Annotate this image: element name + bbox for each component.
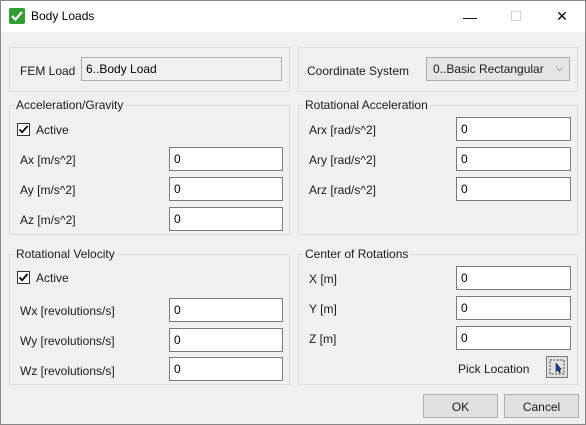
- chevron-down-icon: ⌵: [556, 63, 563, 73]
- arz-input[interactable]: 0: [456, 177, 571, 201]
- wy-label: Wy [revolutions/s]: [20, 334, 115, 348]
- ary-label: Ary [rad/s^2]: [309, 153, 376, 167]
- y-input[interactable]: 0: [456, 296, 571, 320]
- ary-input[interactable]: 0: [456, 147, 571, 171]
- ax-label: Ax [m/s^2]: [20, 153, 76, 167]
- fem-load-field: 6..Body Load: [81, 57, 282, 81]
- arx-label: Arx [rad/s^2]: [309, 123, 376, 137]
- title-bar[interactable]: Body Loads — ☐ ✕: [1, 1, 585, 32]
- arx-input[interactable]: 0: [456, 117, 571, 141]
- coordinate-system-label: Coordinate System: [307, 64, 410, 78]
- window-title: Body Loads: [31, 9, 95, 23]
- acceleration-active-checkbox[interactable]: [17, 123, 30, 136]
- wz-label: Wz [revolutions/s]: [20, 364, 115, 378]
- az-label: Az [m/s^2]: [20, 213, 76, 227]
- ok-button[interactable]: OK: [423, 394, 498, 418]
- pick-location-label: Pick Location: [458, 362, 530, 376]
- az-input[interactable]: 0: [169, 207, 283, 231]
- pick-location-button[interactable]: [546, 356, 568, 378]
- wx-input[interactable]: 0: [169, 298, 283, 322]
- y-label: Y [m]: [309, 302, 337, 316]
- rotational-velocity-active-label: Active: [36, 271, 69, 285]
- rotational-velocity-title: Rotational Velocity: [14, 247, 117, 261]
- ay-label: Ay [m/s^2]: [20, 183, 76, 197]
- ax-input[interactable]: 0: [169, 147, 283, 171]
- coordinate-system-value: 0..Basic Rectangular: [433, 62, 544, 76]
- wx-label: Wx [revolutions/s]: [20, 304, 115, 318]
- arz-label: Arz [rad/s^2]: [309, 183, 376, 197]
- acceleration-gravity-group: Acceleration/Gravity Active Ax [m/s^2] 0…: [9, 98, 290, 235]
- cursor-pick-icon: [549, 359, 565, 375]
- maximize-button: ☐: [509, 8, 523, 24]
- wz-input[interactable]: 0: [169, 357, 283, 381]
- rotational-acceleration-group: Rotational Acceleration Arx [rad/s^2] 0 …: [298, 98, 578, 235]
- z-input[interactable]: 0: [456, 326, 571, 350]
- x-input[interactable]: 0: [456, 266, 571, 290]
- coordinate-system-dropdown[interactable]: 0..Basic Rectangular ⌵: [426, 57, 570, 81]
- minimize-button[interactable]: —: [447, 1, 493, 32]
- check-icon: [9, 8, 25, 24]
- z-label: Z [m]: [309, 332, 337, 346]
- x-label: X [m]: [309, 272, 338, 286]
- fem-load-label: FEM Load: [20, 64, 76, 78]
- wy-input[interactable]: 0: [169, 328, 283, 352]
- cancel-button[interactable]: Cancel: [504, 394, 579, 418]
- acceleration-active-label: Active: [36, 123, 69, 137]
- ay-input[interactable]: 0: [169, 177, 283, 201]
- rotational-velocity-active-checkbox[interactable]: [17, 271, 30, 284]
- rotational-velocity-group: Rotational Velocity Active Wx [revolutio…: [9, 247, 290, 385]
- coordinate-system-group: Coordinate System 0..Basic Rectangular ⌵: [298, 47, 578, 92]
- acceleration-gravity-title: Acceleration/Gravity: [14, 98, 126, 112]
- fem-load-group: FEM Load 6..Body Load: [9, 47, 290, 92]
- center-of-rotations-group: Center of Rotations X [m] 0 Y [m] 0 Z [m…: [298, 247, 578, 385]
- rotational-acceleration-title: Rotational Acceleration: [303, 98, 430, 112]
- close-button[interactable]: ✕: [539, 1, 585, 32]
- body-loads-dialog: Body Loads — ☐ ✕ FEM Load 6..Body Load C…: [0, 0, 586, 425]
- center-of-rotations-title: Center of Rotations: [303, 247, 411, 261]
